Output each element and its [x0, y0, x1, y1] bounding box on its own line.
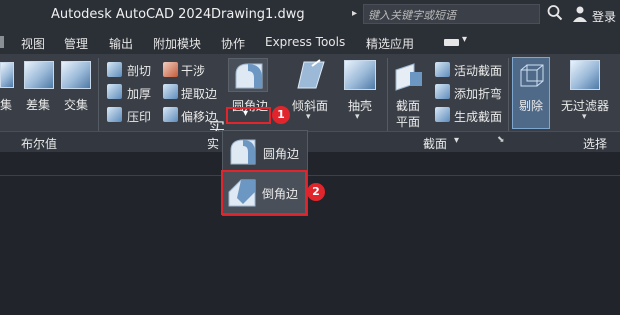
live-section-button[interactable]: 活动截面: [454, 62, 502, 79]
culling-label[interactable]: 剔除: [519, 97, 543, 114]
extract-edges-button[interactable]: 提取边: [181, 85, 217, 102]
menu-express-tools[interactable]: Express Tools: [265, 35, 345, 49]
ribbon-panel-labels: 布尔值 实 截面 ▾ ⬊ 选择: [0, 131, 620, 152]
union-icon[interactable]: [0, 62, 14, 88]
step-badge-1: 1: [272, 106, 290, 124]
solid-edit-panel-label[interactable]: 实: [207, 135, 219, 152]
chevron-right-icon[interactable]: ▸: [352, 8, 357, 19]
chevron-down-icon[interactable]: ▾: [243, 108, 248, 119]
canvas-divider: [0, 175, 620, 176]
chevron-down-icon[interactable]: ▾: [306, 112, 311, 122]
menu-manage[interactable]: 管理: [64, 35, 88, 52]
fillet-edge-icon[interactable]: [234, 62, 264, 90]
interfere-icon[interactable]: [163, 62, 178, 77]
menu-addins[interactable]: 附加模块: [153, 35, 201, 52]
subtract-icon[interactable]: [24, 61, 54, 89]
step-badge-2: 2: [307, 183, 325, 201]
interfere-button[interactable]: 干涉: [181, 62, 205, 79]
add-jog-button[interactable]: 添加折弯: [454, 85, 502, 102]
menu-edge: [0, 36, 4, 48]
generate-section-button[interactable]: 生成截面: [454, 108, 502, 125]
dialog-launcher-icon[interactable]: ⬊: [497, 135, 505, 145]
slice-button[interactable]: 剖切: [127, 62, 151, 79]
fillet-dropdown-highlight: [226, 107, 271, 124]
chevron-down-icon[interactable]: ▾: [355, 112, 360, 122]
offset-edge-icon[interactable]: [163, 107, 178, 122]
taper-faces-icon[interactable]: [290, 58, 330, 92]
subtract-label[interactable]: 差集: [26, 96, 50, 113]
section-plane-label-2[interactable]: 平面: [396, 113, 420, 130]
search-icon[interactable]: [547, 4, 563, 21]
separator: [98, 58, 99, 132]
select-panel-label[interactable]: 选择: [583, 135, 607, 152]
live-section-icon[interactable]: [435, 62, 450, 77]
culling-button[interactable]: 剔除: [512, 57, 550, 129]
slice-icon[interactable]: [107, 62, 122, 77]
chevron-down-icon[interactable]: ▾: [462, 34, 467, 45]
no-filter-icon[interactable]: [570, 60, 600, 90]
union-label[interactable]: 集: [0, 96, 12, 113]
title-bar: Autodesk AutoCAD 2024 Drawing1.dwg ▸ 键入关…: [0, 0, 620, 30]
menu-view[interactable]: 视图: [21, 35, 45, 52]
add-jog-icon[interactable]: [435, 84, 450, 99]
boolean-panel-label[interactable]: 布尔值: [21, 135, 57, 152]
section-panel-label[interactable]: 截面: [423, 135, 447, 152]
menu-bar: 视图 管理 输出 附加模块 协作 Express Tools 精选应用 ▾: [0, 30, 620, 54]
chevron-down-icon[interactable]: ▾: [454, 135, 459, 146]
dropdown-item-fillet[interactable]: 圆角边: [227, 135, 305, 169]
shell-icon[interactable]: [344, 60, 376, 90]
chevron-down-icon[interactable]: ▾: [582, 112, 587, 122]
section-plane-icon[interactable]: [394, 62, 424, 92]
app-title: Autodesk AutoCAD 2024: [51, 7, 212, 22]
extract-edges-icon[interactable]: [163, 84, 178, 99]
section-plane-label-1[interactable]: 截面: [396, 97, 420, 114]
dropdown-item-chamfer[interactable]: 倒角边: [221, 170, 307, 215]
dropdown-item-fillet-label[interactable]: 圆角边: [263, 145, 299, 162]
user-icon[interactable]: [572, 5, 588, 27]
intersect-icon[interactable]: [61, 61, 91, 89]
separator: [387, 58, 388, 132]
panel-toggle-icon[interactable]: [444, 39, 459, 46]
imprint-button[interactable]: 压印: [127, 108, 151, 125]
login-link[interactable]: 登录: [592, 8, 616, 25]
thicken-icon[interactable]: [107, 84, 122, 99]
dropdown-item-chamfer-label[interactable]: 倒角边: [262, 185, 298, 202]
imprint-icon[interactable]: [107, 107, 122, 122]
intersect-label[interactable]: 交集: [64, 96, 88, 113]
shell-label[interactable]: 抽壳: [348, 97, 372, 114]
document-title: Drawing1.dwg: [211, 7, 305, 22]
search-input[interactable]: 键入关键字或短语: [363, 4, 540, 24]
menu-featured-apps[interactable]: 精选应用: [366, 35, 414, 52]
separator: [508, 58, 509, 132]
menu-collaborate[interactable]: 协作: [221, 35, 245, 52]
menu-output[interactable]: 输出: [109, 35, 133, 52]
generate-section-icon[interactable]: [435, 107, 450, 122]
thicken-button[interactable]: 加厚: [127, 85, 151, 102]
